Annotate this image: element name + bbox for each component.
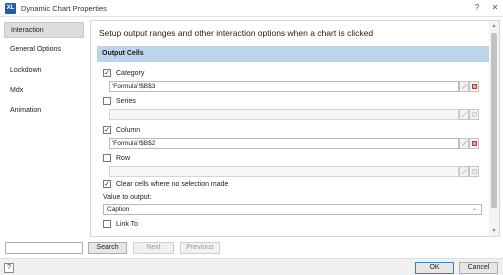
category-label: Category [116, 69, 145, 77]
value-to-output-value: Caption [107, 206, 130, 213]
chevron-down-icon: ⌄ [471, 206, 477, 212]
previous-button[interactable]: Previous [180, 242, 220, 254]
cell-picker-icon [472, 169, 477, 174]
arrow-icon [461, 111, 468, 118]
series-checkbox-row[interactable]: Series [103, 96, 136, 106]
clear-cells-checkbox[interactable]: ✓ [103, 180, 111, 188]
options-sidebar: Interaction General Options Lockdown Mdx… [0, 18, 87, 236]
ok-button[interactable]: OK [415, 262, 454, 274]
arrow-icon [461, 140, 468, 147]
category-checkbox[interactable]: ✓ [103, 69, 111, 77]
column-label: Column [116, 126, 141, 134]
page-title: Setup output ranges and other interactio… [99, 28, 374, 38]
arrow-icon [461, 168, 468, 175]
series-range-field[interactable] [109, 109, 459, 120]
cell-picker-icon [472, 112, 477, 117]
cell-picker-icon [472, 141, 477, 146]
search-button[interactable]: Search [88, 242, 127, 254]
link-to-checkbox[interactable] [103, 220, 111, 228]
cancel-button[interactable]: Cancel [459, 262, 498, 274]
column-cell-picker-button[interactable] [469, 138, 479, 149]
search-input[interactable] [5, 242, 83, 254]
window-title: Dynamic Chart Properties [21, 4, 107, 13]
column-checkbox[interactable]: ✓ [103, 126, 111, 134]
link-to-label: Link To [116, 220, 139, 228]
row-range-field[interactable] [109, 166, 459, 177]
row-collapse-button[interactable] [459, 166, 469, 177]
value-to-output-select[interactable]: Caption ⌄ [103, 204, 482, 215]
series-label: Series [116, 97, 136, 105]
sidebar-item-animation[interactable]: Animation [4, 103, 84, 119]
value-to-output-label: Value to output: [103, 194, 152, 201]
close-icon[interactable]: ✕ [488, 2, 502, 14]
series-checkbox[interactable] [103, 97, 111, 105]
row-cell-picker-button[interactable] [469, 166, 479, 177]
output-cells-header: Output Cells [97, 46, 489, 62]
row-label: Row [116, 154, 131, 162]
series-collapse-button[interactable] [459, 109, 469, 120]
clear-cells-checkbox-row[interactable]: ✓ Clear cells where no selection made [103, 179, 228, 189]
category-checkbox-row[interactable]: ✓ Category [103, 68, 144, 78]
sidebar-item-interaction[interactable]: Interaction [4, 22, 84, 38]
series-cell-picker-button[interactable] [469, 109, 479, 120]
column-checkbox-row[interactable]: ✓ Column [103, 125, 140, 135]
scrollbar-thumb[interactable] [491, 33, 497, 208]
interaction-panel: Setup output ranges and other interactio… [90, 20, 500, 237]
sidebar-item-general-options[interactable]: General Options [4, 42, 84, 58]
app-icon: XL [5, 3, 16, 14]
category-cell-picker-button[interactable] [469, 81, 479, 92]
arrow-icon [461, 83, 468, 90]
scroll-down-icon[interactable]: ▼ [489, 226, 499, 236]
scroll-up-icon[interactable]: ▲ [489, 21, 499, 31]
help-button[interactable]: ? [4, 263, 14, 273]
row-checkbox[interactable] [103, 154, 111, 162]
row-checkbox-row[interactable]: Row [103, 153, 130, 163]
category-range-field[interactable]: 'Formula'!$B$3 [109, 81, 459, 92]
dialog-footer: ? OK Cancel [0, 258, 503, 275]
column-collapse-button[interactable] [459, 138, 469, 149]
cell-picker-icon [472, 84, 477, 89]
clear-cells-label: Clear cells where no selection made [116, 180, 229, 188]
category-collapse-button[interactable] [459, 81, 469, 92]
link-to-checkbox-row[interactable]: Link To [103, 219, 138, 229]
title-bar: XL Dynamic Chart Properties ? ✕ [0, 0, 503, 17]
sidebar-item-mdx[interactable]: Mdx [4, 83, 84, 99]
help-icon[interactable]: ? [470, 2, 484, 14]
search-bar: Search Next Previous [0, 238, 503, 256]
column-range-field[interactable]: 'Formula'!$B$2 [109, 138, 459, 149]
next-button[interactable]: Next [133, 242, 174, 254]
sidebar-item-lockdown[interactable]: Lockdown [4, 63, 84, 79]
vertical-scrollbar[interactable]: ▲ ▼ [489, 21, 499, 236]
